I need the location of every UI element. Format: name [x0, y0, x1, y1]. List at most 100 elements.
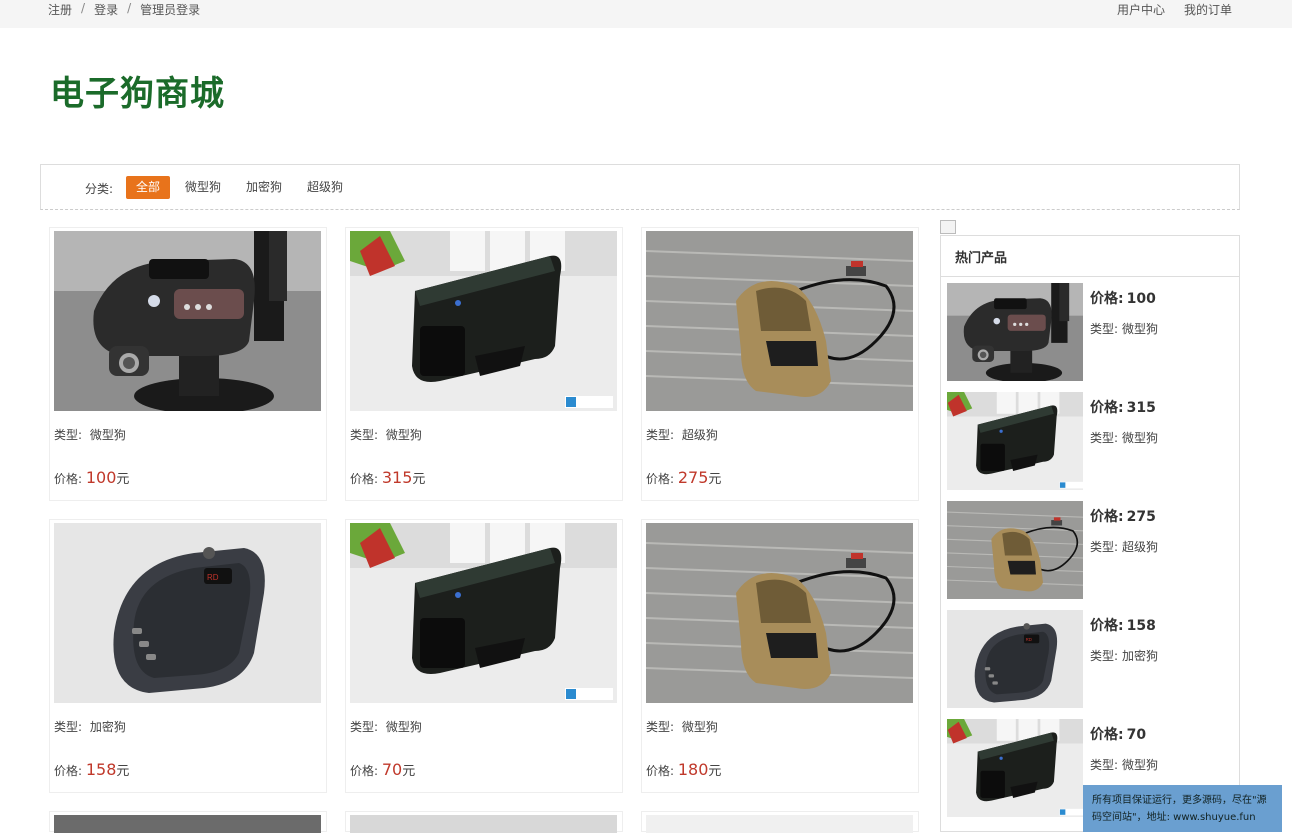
product-card[interactable]: 类型: 微型狗 价格: 180元	[641, 519, 919, 793]
product-card[interactable]: 类型: 超级狗 价格: 275元	[641, 227, 919, 501]
price-label: 价格:	[350, 764, 379, 778]
type-value: 超级狗	[681, 428, 718, 442]
product-card[interactable]: 类型: 微型狗 价格: 100元	[49, 227, 327, 501]
product-image[interactable]	[646, 523, 913, 703]
site-title[interactable]: 电子狗商城	[50, 66, 225, 115]
hot-product-image[interactable]: RD	[947, 610, 1083, 708]
hot-product-price: 价格: 275	[1090, 506, 1156, 526]
product-card[interactable]	[641, 811, 919, 833]
product-price: 价格: 275元	[646, 468, 721, 487]
product-card[interactable]: 类型: 微型狗 价格: 315元	[345, 227, 623, 501]
hot-product-type: 类型: 超级狗	[1090, 538, 1158, 555]
login-link[interactable]: 登录	[94, 1, 118, 18]
admin-login-link[interactable]: 管理员登录	[140, 1, 200, 18]
product-price: 价格: 180元	[646, 760, 721, 779]
broken-image-icon	[940, 220, 956, 234]
product-image[interactable]	[54, 815, 321, 833]
hot-products-panel: 热门产品 价格: 100 类型: 微型狗 价格: 315 类型: 微型狗 价格:…	[940, 235, 1240, 832]
type-value: 超级狗	[1122, 540, 1159, 554]
product-image[interactable]	[350, 231, 617, 411]
product-type: 类型: 超级狗	[646, 426, 718, 443]
type-value: 微型狗	[681, 720, 718, 734]
type-label: 类型:	[1090, 649, 1119, 663]
price-value: 180	[677, 760, 709, 779]
product-type: 类型: 加密狗	[54, 718, 126, 735]
price-label: 价格:	[1090, 727, 1124, 743]
category-encrypted[interactable]: 加密狗	[236, 176, 292, 199]
product-image[interactable]	[646, 231, 913, 411]
top-nav-bar: 注册 / 登录 / 管理员登录 用户中心 我的订单	[0, 0, 1292, 28]
type-label: 类型:	[350, 720, 379, 734]
price-value: 158	[1126, 618, 1156, 634]
hot-product-image[interactable]	[947, 501, 1083, 599]
type-label: 类型:	[54, 720, 83, 734]
price-unit: 元	[116, 472, 130, 487]
price-label: 价格:	[646, 472, 675, 486]
hot-product-type: 类型: 微型狗	[1090, 756, 1158, 773]
hot-product-price: 价格: 158	[1090, 615, 1156, 635]
hot-product-item[interactable]: RD 价格: 158 类型: 加密狗	[947, 610, 1237, 710]
product-image[interactable]	[350, 815, 617, 833]
product-image[interactable]: RD	[54, 523, 321, 703]
price-value: 100	[1126, 291, 1156, 307]
type-label: 类型:	[1090, 540, 1119, 554]
product-type: 类型: 微型狗	[350, 718, 422, 735]
price-label: 价格:	[1090, 400, 1124, 416]
hot-product-item[interactable]: 价格: 275 类型: 超级狗	[947, 501, 1237, 601]
type-label: 类型:	[54, 428, 83, 442]
hot-product-image[interactable]	[947, 283, 1083, 381]
price-value: 70	[381, 760, 403, 779]
hot-product-type: 类型: 微型狗	[1090, 429, 1158, 446]
svg-text:RD: RD	[1026, 637, 1032, 642]
price-value: 100	[85, 468, 117, 487]
product-card[interactable]	[345, 811, 623, 833]
hot-product-image[interactable]	[947, 719, 1083, 817]
type-label: 类型:	[646, 720, 675, 734]
price-label: 价格:	[54, 472, 83, 486]
hot-product-image[interactable]	[947, 392, 1083, 490]
price-label: 价格:	[1090, 618, 1124, 634]
user-links: 用户中心 我的订单	[1117, 1, 1232, 18]
register-link[interactable]: 注册	[48, 1, 72, 18]
product-card[interactable]	[49, 811, 327, 833]
source-notice-banner[interactable]: 所有项目保证运行，更多源码，尽在"源码空间站"，地址: www.shuyue.f…	[1083, 785, 1282, 832]
auth-links: 注册 / 登录 / 管理员登录	[48, 1, 200, 18]
product-card[interactable]: 类型: 微型狗 价格: 70元	[345, 519, 623, 793]
type-label: 类型:	[1090, 322, 1119, 336]
hot-product-item[interactable]: 价格: 315 类型: 微型狗	[947, 392, 1237, 492]
price-value: 158	[85, 760, 117, 779]
type-value: 微型狗	[385, 428, 422, 442]
product-image[interactable]	[54, 231, 321, 411]
product-image[interactable]	[350, 523, 617, 703]
type-value: 微型狗	[1122, 431, 1159, 445]
price-label: 价格:	[350, 472, 379, 486]
price-value: 275	[677, 468, 709, 487]
type-label: 类型:	[1090, 431, 1119, 445]
product-type: 类型: 微型狗	[350, 426, 422, 443]
price-value: 275	[1126, 509, 1156, 525]
product-price: 价格: 70元	[350, 760, 415, 779]
my-orders-link[interactable]: 我的订单	[1184, 1, 1232, 18]
hot-product-item[interactable]: 价格: 100 类型: 微型狗	[947, 283, 1237, 383]
type-value: 微型狗	[89, 428, 126, 442]
category-all[interactable]: 全部	[126, 176, 171, 199]
product-type: 类型: 微型狗	[646, 718, 718, 735]
category-micro[interactable]: 微型狗	[175, 176, 231, 199]
type-label: 类型:	[1090, 758, 1119, 772]
price-unit: 元	[402, 764, 416, 779]
type-value: 微型狗	[385, 720, 422, 734]
price-label: 价格:	[1090, 509, 1124, 525]
user-center-link[interactable]: 用户中心	[1117, 1, 1165, 18]
category-super[interactable]: 超级狗	[297, 176, 353, 199]
hot-product-type: 类型: 加密狗	[1090, 647, 1158, 664]
category-label: 分类:	[85, 182, 114, 196]
divider	[941, 276, 1239, 277]
hot-products-title: 热门产品	[955, 251, 1008, 266]
product-card[interactable]: RD 类型: 加密狗 价格: 158元	[49, 519, 327, 793]
type-label: 类型:	[350, 428, 379, 442]
product-image[interactable]	[646, 815, 913, 833]
price-value: 70	[1126, 727, 1147, 743]
type-value: 微型狗	[1122, 322, 1159, 336]
hot-product-price: 价格: 315	[1090, 397, 1156, 417]
hot-product-price: 价格: 100	[1090, 288, 1156, 308]
